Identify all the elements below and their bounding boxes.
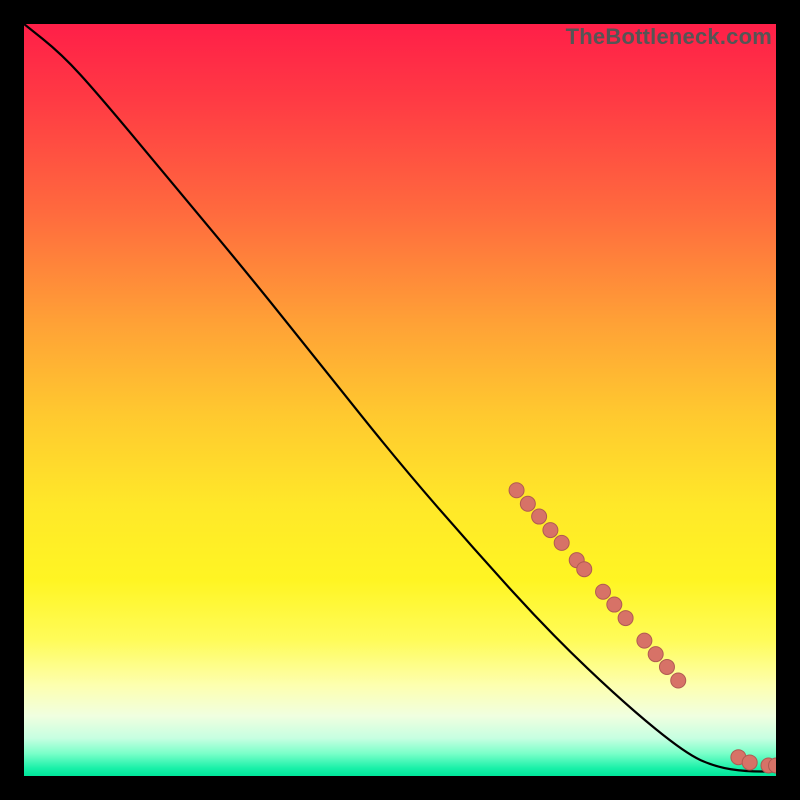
- data-point: [671, 673, 686, 688]
- data-point: [742, 755, 757, 770]
- chart-svg: [24, 24, 776, 776]
- chart-markers: [509, 483, 776, 773]
- data-point: [637, 633, 652, 648]
- data-point: [543, 523, 558, 538]
- data-point: [659, 659, 674, 674]
- data-point: [648, 647, 663, 662]
- data-point: [509, 483, 524, 498]
- data-point: [520, 496, 535, 511]
- plot-area: TheBottleneck.com: [24, 24, 776, 776]
- data-point: [554, 535, 569, 550]
- chart-line: [24, 24, 776, 771]
- data-point: [618, 611, 633, 626]
- data-point: [607, 597, 622, 612]
- data-point: [532, 509, 547, 524]
- data-point: [596, 584, 611, 599]
- data-point: [577, 562, 592, 577]
- chart-frame: TheBottleneck.com: [0, 0, 800, 800]
